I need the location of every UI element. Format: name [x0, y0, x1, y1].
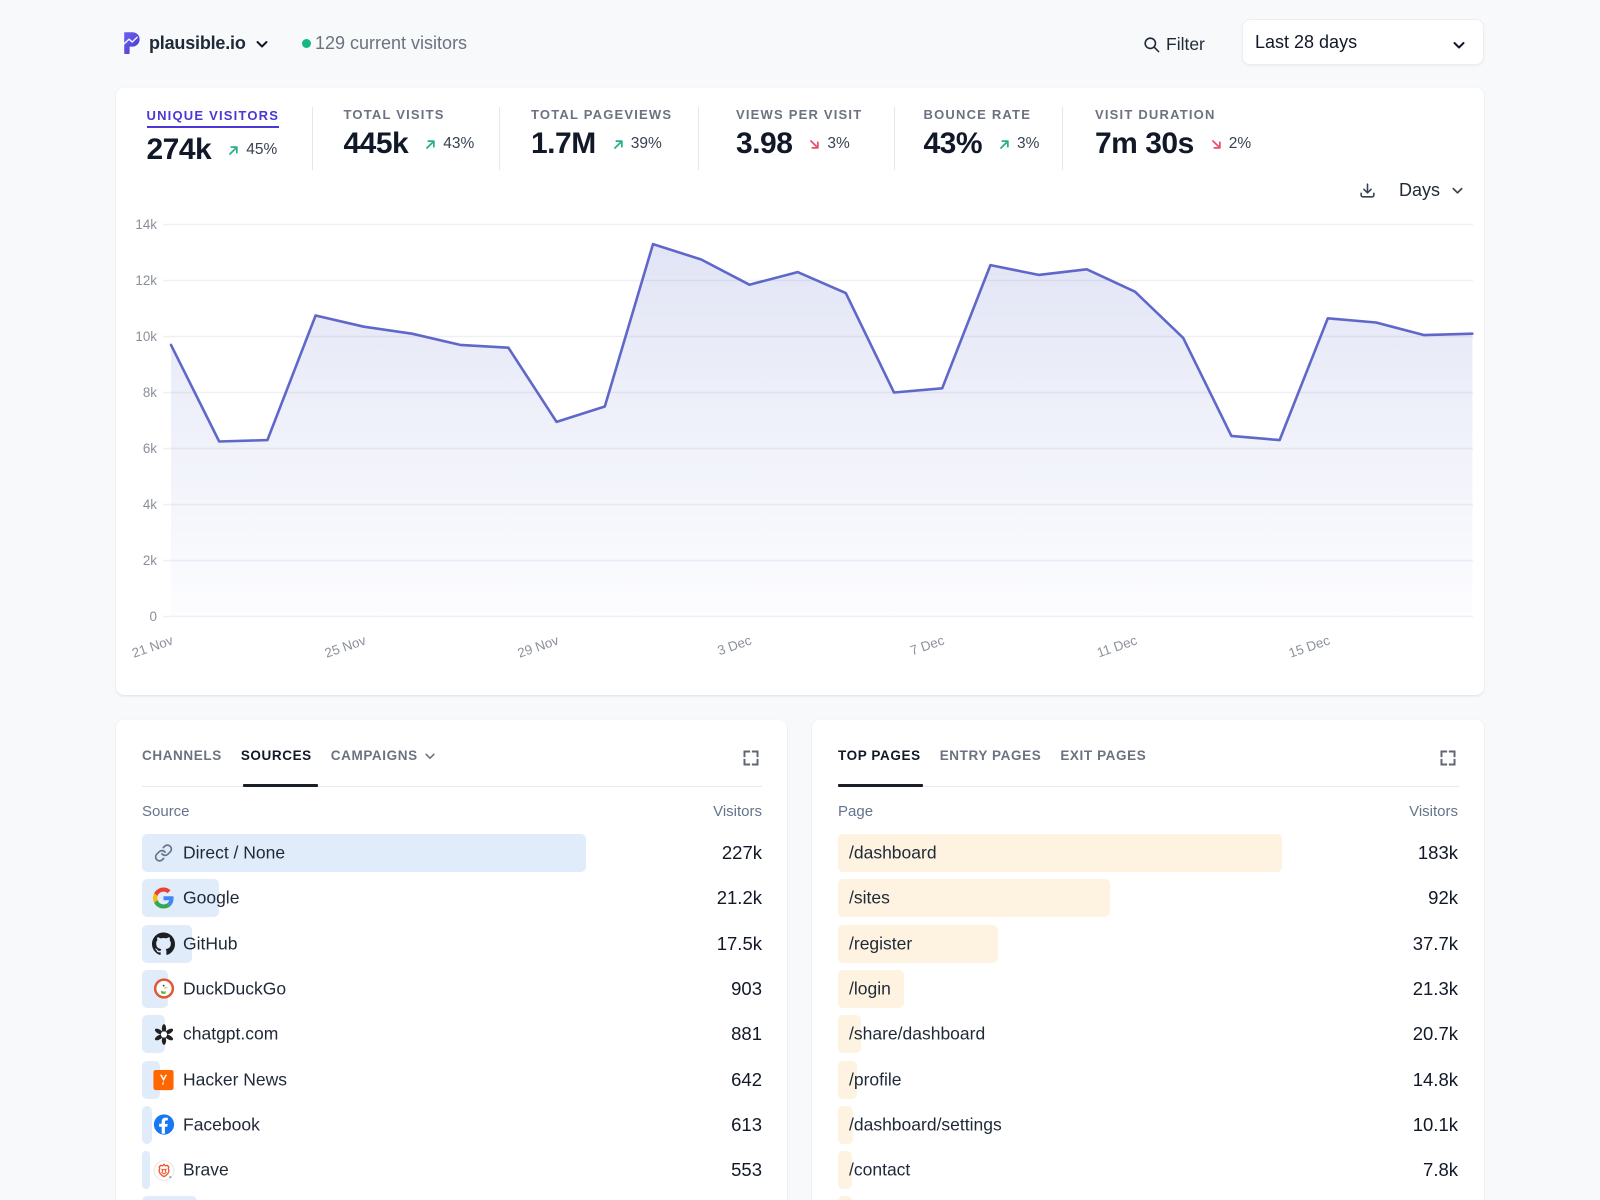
svg-text:4k: 4k	[143, 497, 157, 512]
svg-text:11 Dec: 11 Dec	[1095, 633, 1139, 661]
svg-text:2k: 2k	[143, 553, 157, 568]
svg-text:21 Nov: 21 Nov	[130, 633, 175, 661]
svg-text:6k: 6k	[143, 441, 157, 456]
svg-text:29 Nov: 29 Nov	[516, 633, 561, 661]
svg-text:10k: 10k	[135, 329, 157, 344]
svg-text:25 Nov: 25 Nov	[323, 633, 368, 661]
svg-text:3 Dec: 3 Dec	[715, 633, 753, 659]
svg-text:0: 0	[150, 609, 157, 624]
svg-text:7 Dec: 7 Dec	[908, 633, 946, 659]
svg-text:15 Dec: 15 Dec	[1287, 633, 1332, 661]
svg-text:8k: 8k	[143, 385, 157, 400]
svg-text:14k: 14k	[135, 217, 157, 232]
svg-text:12k: 12k	[135, 273, 157, 288]
